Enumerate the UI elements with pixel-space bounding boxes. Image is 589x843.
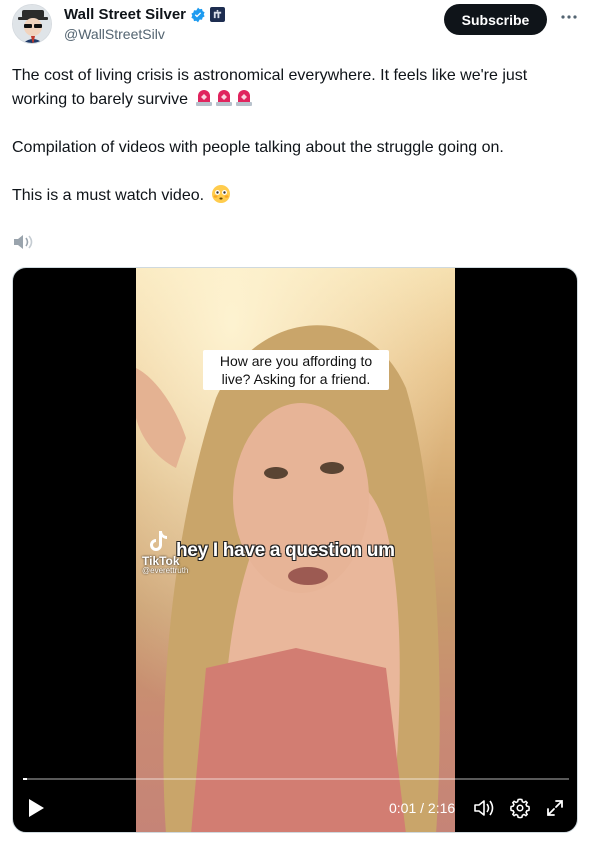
play-icon[interactable] [27,798,45,818]
avatar[interactable] [12,4,52,44]
progress-bar[interactable] [23,778,569,780]
siren-icon [235,89,253,106]
verified-badge-icon [190,7,206,23]
display-name[interactable]: Wall Street Silver [64,6,186,23]
settings-gear-icon[interactable] [509,797,531,819]
handle[interactable]: @WallStreetSilv [64,26,165,42]
speaker-icon [12,232,36,252]
duration: 2:16 [427,800,456,816]
subscribe-button[interactable]: Subscribe [444,4,547,35]
tweet-paragraph: The cost of living crisis is astronomica… [12,67,528,108]
fullscreen-icon[interactable] [545,798,565,818]
current-time: 0:01 [389,800,417,816]
progress-fill [23,778,28,780]
tweet-paragraph: This is a must watch video. [12,184,578,208]
flushed-face-icon [211,184,231,204]
more-options-icon[interactable] [558,8,580,26]
tweet-header: Wall Street Silver @WallStreetSilv Subsc… [12,4,582,46]
time-display: 0:01 / 2:16 [389,800,456,816]
video-frame[interactable]: How are you affording to live? Asking fo… [136,268,455,832]
affiliate-badge-icon[interactable] [210,7,225,22]
tweet-paragraph: Compilation of videos with people talkin… [12,139,504,156]
video-controls: 0:01 / 2:16 [13,794,577,824]
siren-icon [215,89,233,106]
video-subtitle: hey I have a question um [176,540,395,561]
video-player[interactable]: How are you affording to live? Asking fo… [12,267,578,833]
tweet-text: The cost of living crisis is astronomica… [12,64,578,232]
video-caption: How are you affording to live? Asking fo… [203,350,389,390]
siren-icon [195,89,213,106]
volume-icon[interactable] [473,798,495,818]
tiktok-handle: @everettruth [142,566,189,575]
